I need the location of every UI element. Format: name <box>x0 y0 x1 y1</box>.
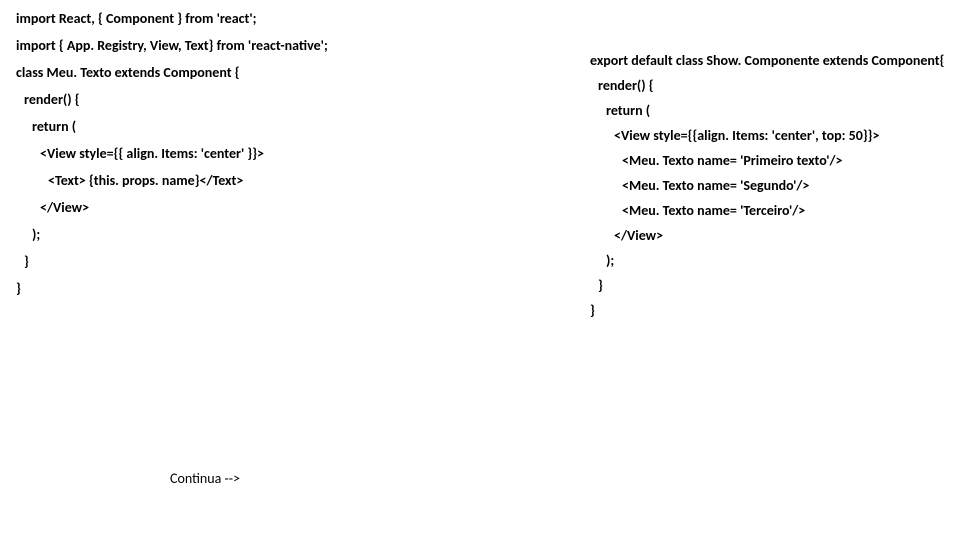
code-line: </View> <box>16 199 446 216</box>
code-line: class Meu. Texto extends Component { <box>16 64 446 81</box>
code-line: } <box>16 280 446 297</box>
right-code-column: export default class Show. Componente ex… <box>590 52 950 327</box>
code-line: ); <box>16 226 446 243</box>
code-line: export default class Show. Componente ex… <box>590 52 950 69</box>
code-line: return ( <box>16 118 446 135</box>
code-line: import React, { Component } from 'react'… <box>16 10 446 27</box>
code-line: return ( <box>590 102 950 119</box>
code-line: render() { <box>590 77 950 94</box>
code-line: <View style={{align. Items: 'center', to… <box>590 127 950 144</box>
code-line: ); <box>590 252 950 269</box>
code-line: <Meu. Texto name= 'Terceiro'/> <box>590 202 950 219</box>
code-line: <Meu. Texto name= 'Primeiro texto'/> <box>590 152 950 169</box>
code-line: </View> <box>590 227 950 244</box>
code-line: <Text> {this. props. name}</Text> <box>16 172 446 189</box>
continue-label: Continua --> <box>170 470 240 487</box>
code-line: render() { <box>16 91 446 108</box>
code-line: <Meu. Texto name= 'Segundo'/> <box>590 177 950 194</box>
code-line: } <box>16 253 446 270</box>
code-line: } <box>590 302 950 319</box>
code-line: import { App. Registry, View, Text} from… <box>16 37 446 54</box>
left-code-column: import React, { Component } from 'react'… <box>16 10 446 305</box>
code-line: } <box>590 277 950 294</box>
code-line: <View style={{ align. Items: 'center' }}… <box>16 145 446 162</box>
